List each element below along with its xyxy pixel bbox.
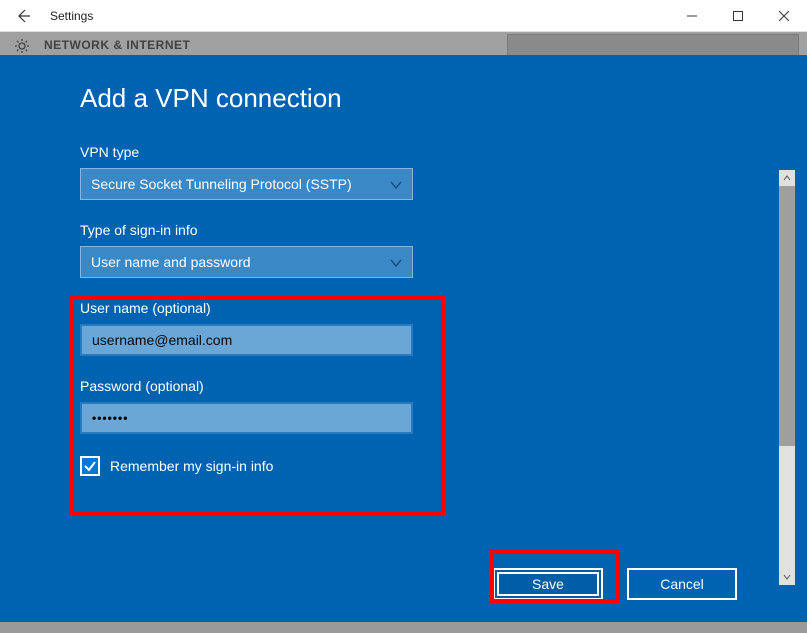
maximize-button[interactable]	[715, 0, 761, 32]
background-bottom-strip	[0, 622, 807, 633]
username-input[interactable]: username@email.com	[80, 324, 413, 356]
back-arrow-icon	[15, 8, 31, 24]
scrollbar-thumb[interactable]	[779, 186, 795, 446]
remember-label: Remember my sign-in info	[110, 458, 273, 474]
minimize-button[interactable]	[669, 0, 715, 32]
scroll-down-button[interactable]	[779, 569, 795, 585]
password-group: Password (optional) •••••••	[80, 378, 807, 434]
vpn-type-value: Secure Socket Tunneling Protocol (SSTP)	[91, 176, 402, 192]
signin-type-group: Type of sign-in info User name and passw…	[80, 222, 807, 278]
scroll-up-button[interactable]	[779, 170, 795, 186]
title-bar: Settings	[0, 0, 807, 32]
add-vpn-dialog: Add a VPN connection VPN type Secure Soc…	[0, 55, 807, 622]
close-button[interactable]	[761, 0, 807, 32]
save-button-label: Save	[532, 576, 564, 592]
cancel-button-label: Cancel	[660, 576, 704, 592]
back-button[interactable]	[0, 0, 46, 32]
chevron-down-icon	[390, 178, 402, 194]
form-area: VPN type Secure Socket Tunneling Protoco…	[80, 144, 807, 476]
dialog-footer: Save Cancel	[493, 568, 737, 600]
window-title: Settings	[46, 9, 93, 23]
signin-type-value: User name and password	[91, 254, 402, 270]
close-icon	[779, 11, 789, 21]
save-button[interactable]: Save	[493, 568, 603, 600]
password-value: •••••••	[92, 411, 128, 425]
username-group: User name (optional) username@email.com	[80, 300, 807, 356]
dialog-heading: Add a VPN connection	[80, 83, 807, 114]
maximize-icon	[733, 11, 743, 21]
form-scrollbar[interactable]	[779, 170, 795, 585]
background-section-title: NETWORK & INTERNET	[44, 38, 190, 52]
remember-checkbox[interactable]	[80, 456, 100, 476]
chevron-up-icon	[783, 174, 791, 182]
chevron-down-icon	[783, 573, 791, 581]
vpn-type-group: VPN type Secure Socket Tunneling Protoco…	[80, 144, 807, 200]
signin-type-dropdown[interactable]: User name and password	[80, 246, 413, 278]
remember-group: Remember my sign-in info	[80, 456, 807, 476]
vpn-type-label: VPN type	[80, 144, 807, 160]
password-input[interactable]: •••••••	[80, 402, 413, 434]
chevron-down-icon	[390, 256, 402, 272]
vpn-type-dropdown[interactable]: Secure Socket Tunneling Protocol (SSTP)	[80, 168, 413, 200]
password-label: Password (optional)	[80, 378, 807, 394]
signin-type-label: Type of sign-in info	[80, 222, 807, 238]
username-value: username@email.com	[92, 332, 232, 348]
check-icon	[83, 459, 97, 473]
username-label: User name (optional)	[80, 300, 807, 316]
minimize-icon	[687, 11, 697, 21]
cancel-button[interactable]: Cancel	[627, 568, 737, 600]
